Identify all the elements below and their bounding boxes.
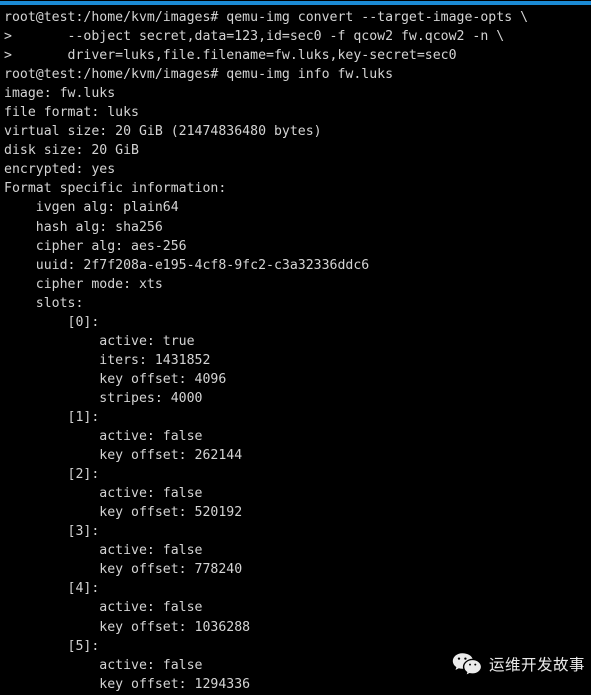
terminal-line: key offset: 1036288 xyxy=(4,619,251,635)
watermark-label: 运维开发故事 xyxy=(489,656,586,674)
terminal-window[interactable]: root@test:/home/kvm/images# qemu-img con… xyxy=(0,0,591,695)
terminal-line: virtual size: 20 GiB (21474836480 bytes) xyxy=(4,124,322,140)
terminal-line: active: true xyxy=(4,333,195,349)
terminal-line: active: false xyxy=(4,600,203,616)
terminal-line: file format: luks xyxy=(4,105,139,121)
terminal-output[interactable]: root@test:/home/kvm/images# qemu-img con… xyxy=(0,8,591,695)
terminal-line: disk size: 20 GiB xyxy=(4,143,139,159)
terminal-line: > --object secret,data=123,id=sec0 -f qc… xyxy=(4,29,505,45)
terminal-line: Format specific information: xyxy=(4,181,227,197)
terminal-line: [4]: xyxy=(4,581,100,597)
terminal-line: root@test:/home/kvm/images# qemu-img con… xyxy=(4,10,529,25)
terminal-line: ivgen alg: plain64 xyxy=(4,200,179,216)
terminal-line: [2]: xyxy=(4,467,100,483)
terminal-line: key offset: 778240 xyxy=(4,562,243,578)
terminal-line: hash alg: sha256 xyxy=(4,219,163,235)
terminal-line: [1]: xyxy=(4,409,100,425)
terminal-line: slots: xyxy=(4,295,84,311)
terminal-line: uuid: 2f7f208a-e195-4cf8-9fc2-c3a32336dd… xyxy=(4,257,370,273)
terminal-line: encrypted: yes xyxy=(4,162,116,178)
terminal-line: key offset: 4096 xyxy=(4,371,227,387)
terminal-line: root@test:/home/kvm/images# qemu-img inf… xyxy=(4,67,394,83)
terminal-line: active: false xyxy=(4,543,203,559)
watermark: 运维开发故事 xyxy=(452,652,585,676)
window-accent-bar xyxy=(0,1,591,5)
terminal-line: [0]: xyxy=(4,314,100,330)
terminal-line: cipher alg: aes-256 xyxy=(4,238,187,254)
terminal-line: stripes: 4000 xyxy=(4,390,203,406)
wechat-logo-icon xyxy=(452,652,482,676)
terminal-line: key offset: 1294336 xyxy=(4,676,251,692)
terminal-line: active: false xyxy=(4,429,203,445)
terminal-line: key offset: 520192 xyxy=(4,505,243,521)
terminal-line: iters: 1431852 xyxy=(4,352,211,368)
terminal-line: [3]: xyxy=(4,524,100,540)
terminal-line: key offset: 262144 xyxy=(4,448,243,464)
terminal-line: > driver=luks,file.filename=fw.luks,key-… xyxy=(4,48,457,64)
terminal-line: image: fw.luks xyxy=(4,86,116,102)
terminal-line: cipher mode: xts xyxy=(4,276,163,292)
terminal-line: active: false xyxy=(4,486,203,502)
